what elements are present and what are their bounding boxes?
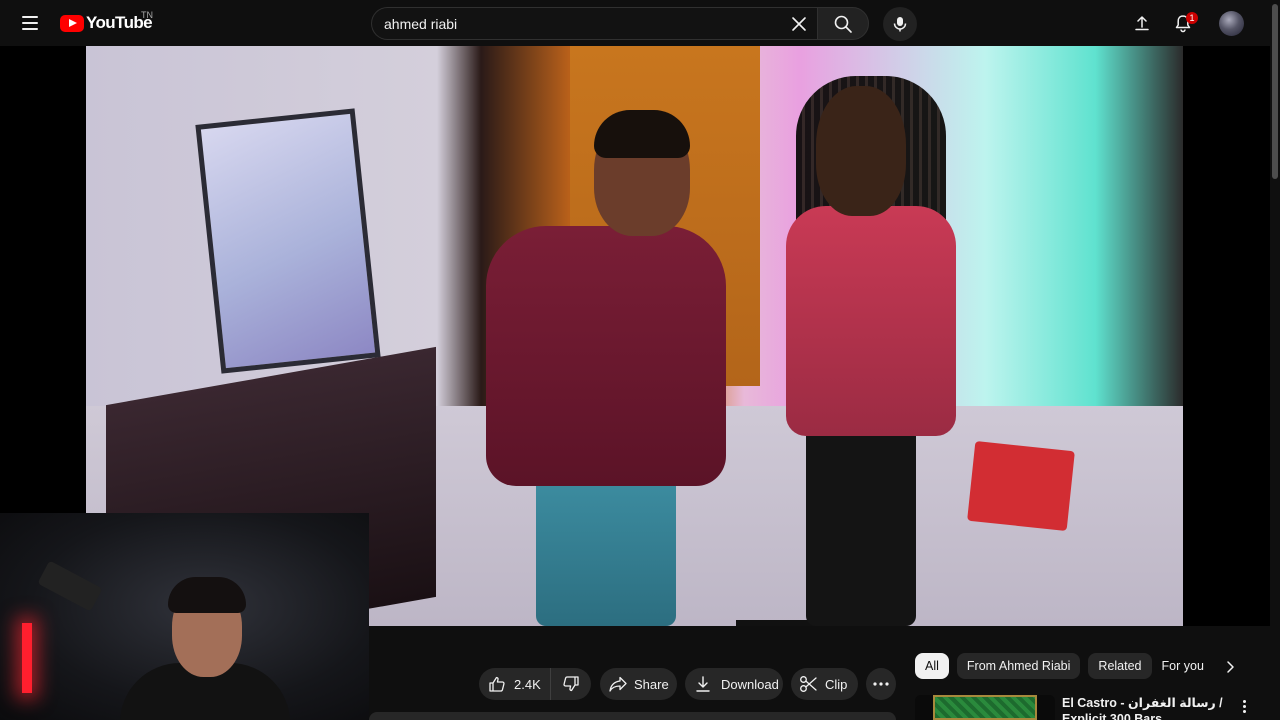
webcam-person-hair [168, 577, 246, 613]
page-scrollbar[interactable] [1270, 0, 1280, 720]
upload-icon [1135, 16, 1149, 31]
top-bar: YouTube TN ahmed riabi 1 [0, 0, 1280, 46]
clear-search-button[interactable] [787, 12, 811, 36]
more-actions-button[interactable] [866, 668, 896, 700]
share-button[interactable]: Share [600, 668, 677, 700]
chevron-right-icon [1227, 661, 1234, 673]
like-count: 2.4K [514, 676, 541, 692]
scissors-icon [800, 676, 817, 692]
dislike-button[interactable] [551, 668, 591, 700]
close-icon [792, 17, 806, 31]
person-hair [594, 110, 690, 158]
menu-icon-line [22, 28, 38, 30]
person-head [816, 86, 906, 216]
description-box[interactable] [369, 712, 896, 720]
more-vertical-icon-dot [1242, 704, 1246, 708]
share-icon [609, 676, 627, 692]
webcam-microphone [37, 560, 103, 612]
clip-button[interactable]: Clip [791, 668, 858, 700]
recommendation-menu-button[interactable] [1236, 697, 1252, 715]
like-dislike-group: 2.4K [479, 668, 591, 700]
thumbs-up-icon [489, 676, 505, 692]
download-icon [696, 676, 710, 692]
download-button[interactable]: Download [685, 668, 783, 700]
youtube-logo[interactable]: YouTube [60, 13, 153, 33]
chips-next-button[interactable] [1220, 657, 1240, 677]
recommendation-thumbnail[interactable] [915, 695, 1055, 720]
country-code: TN [141, 10, 153, 20]
webcam-red-light [22, 623, 32, 693]
thumbs-down-icon [563, 676, 579, 692]
recommendation-chips: All From Ahmed Riabi Related For you [915, 653, 1245, 681]
search-button[interactable] [817, 7, 869, 40]
like-button[interactable]: 2.4K [479, 668, 551, 700]
chip-all[interactable]: All [915, 653, 949, 679]
clip-label: Clip [825, 676, 848, 692]
person-torso [486, 226, 726, 486]
more-vertical-icon-dot [1242, 709, 1246, 713]
video-person-right [766, 76, 986, 626]
avatar[interactable] [1219, 11, 1244, 36]
menu-button[interactable] [14, 8, 46, 38]
search-box [371, 7, 817, 40]
recommendation-title[interactable]: El Castro - رسالة الغفران / Explicit 300… [1062, 695, 1232, 720]
video-scene-poster [195, 108, 381, 374]
menu-icon-line [22, 22, 38, 24]
search-bar [371, 7, 869, 40]
video-person-left [416, 110, 726, 626]
share-label: Share [634, 676, 669, 692]
notification-count-badge: 1 [1186, 12, 1198, 24]
thumbnail-image [933, 695, 1037, 720]
chip-from-channel[interactable]: From Ahmed Riabi [956, 653, 1081, 679]
mic-icon [893, 17, 907, 32]
chip-related[interactable]: Related [1088, 653, 1152, 679]
search-input[interactable] [384, 15, 764, 32]
webcam-overlay [0, 513, 369, 720]
person-torso [786, 206, 956, 436]
more-vertical-icon-dot [1242, 699, 1246, 703]
more-horizontal-icon [873, 682, 889, 686]
menu-icon-line [22, 16, 38, 18]
upload-button[interactable] [1129, 10, 1155, 36]
search-icon [834, 15, 852, 33]
download-label: Download [721, 676, 779, 692]
person-legs [806, 426, 916, 626]
person-legs [536, 466, 676, 626]
youtube-play-icon [60, 14, 84, 32]
chip-for-you[interactable]: For you [1160, 653, 1214, 679]
voice-search-button[interactable] [883, 7, 917, 41]
scrollbar-thumb[interactable] [1272, 4, 1278, 179]
